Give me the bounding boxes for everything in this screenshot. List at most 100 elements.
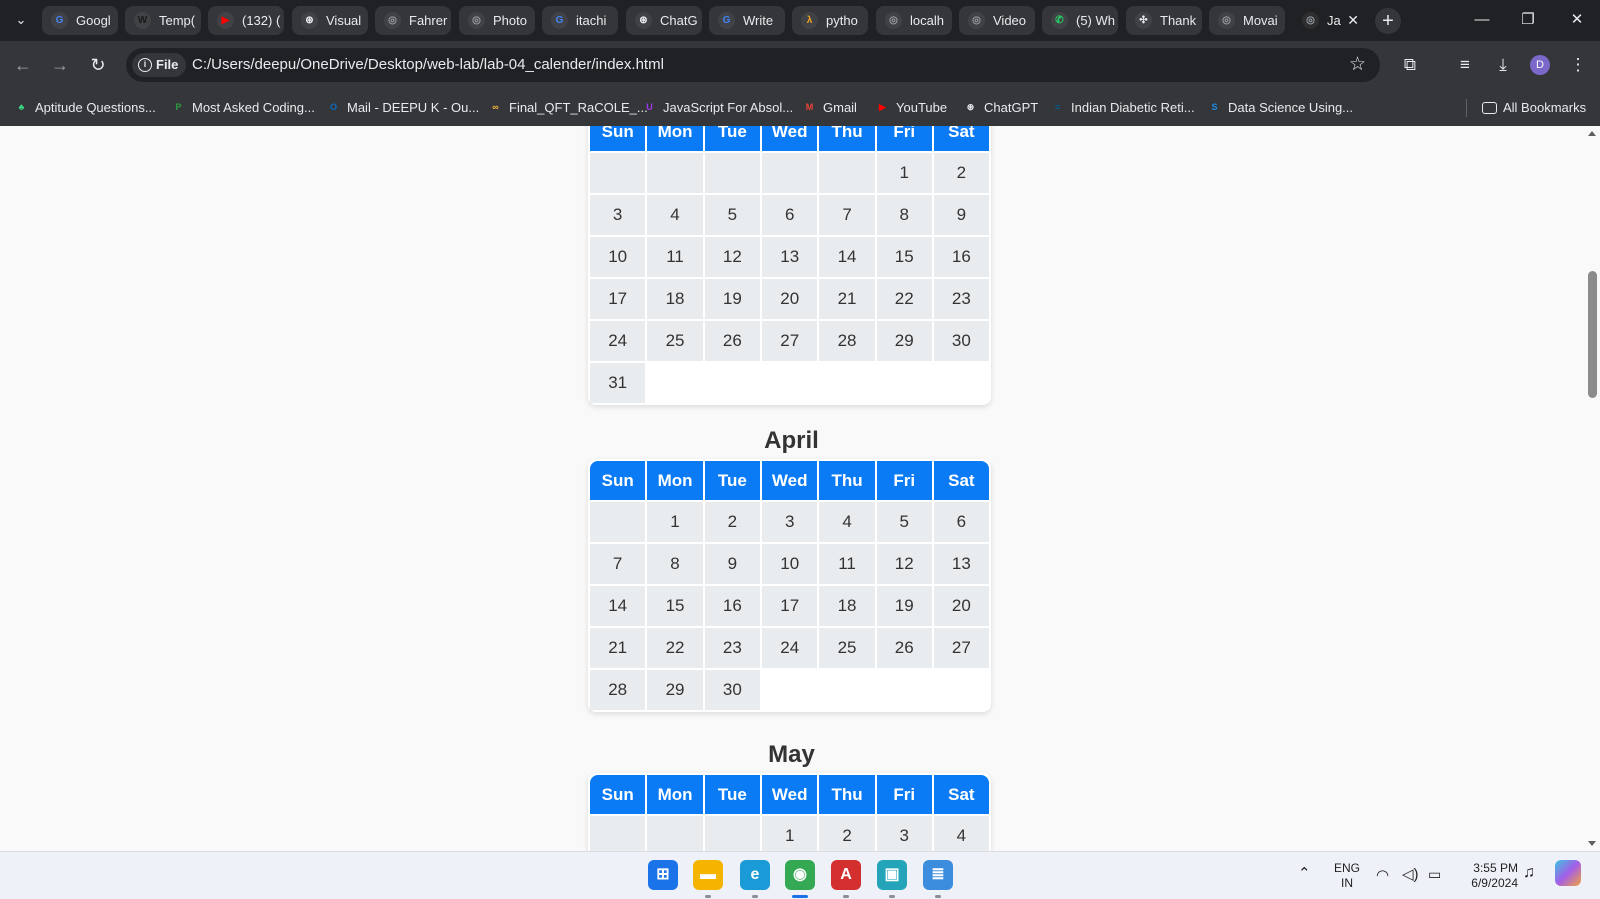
youtube-icon: ▶ bbox=[879, 102, 886, 112]
weekday-header-row: Sun Mon Tue Wed Thu Fri Sat bbox=[590, 775, 989, 814]
extensions-icon[interactable]: ⧉ bbox=[1397, 52, 1423, 78]
day-cell: 1 bbox=[647, 502, 703, 542]
bookmark-item[interactable]: ∞ Final_QFT_RaCOLE_... bbox=[488, 89, 648, 126]
battery-icon[interactable]: ▭ bbox=[1428, 866, 1441, 883]
tray-overflow-chevron-icon[interactable]: ⌃ bbox=[1298, 864, 1311, 882]
tab-1[interactable]: W Temp( bbox=[125, 6, 201, 35]
tab-9[interactable]: λ pytho bbox=[792, 6, 868, 35]
bookmark-item[interactable]: M Gmail bbox=[802, 89, 857, 126]
week-row: 10 11 12 13 14 15 16 bbox=[590, 237, 989, 277]
bookmark-item[interactable]: P Most Asked Coding... bbox=[171, 89, 314, 126]
tab-title: Write bbox=[743, 13, 774, 28]
bookmark-label: YouTube bbox=[896, 100, 948, 115]
page-scrollbar[interactable] bbox=[1584, 126, 1600, 851]
media-control-icon[interactable]: ≡ bbox=[1452, 52, 1478, 78]
day-cell: 28 bbox=[819, 321, 875, 361]
bookmark-item[interactable]: ♣ Aptitude Questions... bbox=[14, 89, 156, 126]
day-cell: 10 bbox=[590, 237, 646, 277]
tab-13[interactable]: ✣ Thank bbox=[1126, 6, 1202, 35]
bookmark-item[interactable]: O Mail - DEEPU K - Ou... bbox=[326, 89, 479, 126]
tab-6[interactable]: Gitachi bbox=[542, 6, 618, 35]
day-cell: 29 bbox=[876, 321, 932, 361]
scrollbar-thumb[interactable] bbox=[1588, 271, 1597, 398]
week-row: 12 bbox=[590, 153, 989, 193]
bookmark-item[interactable]: ⊛ ChatGPT bbox=[963, 89, 1038, 126]
tab-title: localh bbox=[910, 13, 944, 28]
clock[interactable]: 3:55 PM 6/9/2024 bbox=[1460, 861, 1518, 891]
new-tab-button[interactable]: + bbox=[1375, 8, 1401, 34]
tab-strip: ⌄ G Googl W Temp(▶ (132) ( ⊛ Visual ◎ Fahrer ◎ Pho… bbox=[0, 0, 1600, 41]
notepad-icon[interactable]: ≣ bbox=[923, 860, 953, 890]
back-icon[interactable]: ← bbox=[11, 53, 35, 77]
site-info-chip[interactable]: i File bbox=[132, 53, 187, 77]
scroll-up-arrow-icon[interactable] bbox=[1588, 131, 1596, 136]
close-window-icon[interactable]: ✕ bbox=[1562, 8, 1592, 32]
week-row: 123456 bbox=[590, 502, 989, 542]
notification-bell-icon[interactable]: ♫ bbox=[1523, 864, 1535, 882]
day-cell: 9 bbox=[933, 195, 989, 235]
tab-5[interactable]: ◎ Photo bbox=[459, 6, 535, 35]
day-cell: 21 bbox=[590, 628, 646, 668]
tab-14[interactable]: ◎ Movai bbox=[1209, 6, 1285, 35]
tab-12[interactable]: ✆ (5) Wh bbox=[1042, 6, 1118, 35]
address-bar[interactable]: i File C:/Users/deepu/OneDrive/Desktop/w… bbox=[126, 48, 1380, 82]
volume-icon[interactable]: ◁) bbox=[1402, 865, 1419, 883]
minimize-icon[interactable]: — bbox=[1467, 8, 1497, 32]
bookmark-star-icon[interactable]: ☆ bbox=[1349, 53, 1366, 76]
forward-icon[interactable]: → bbox=[48, 53, 72, 77]
tab-0[interactable]: G Googl bbox=[42, 6, 118, 35]
whatsapp-icon: ✆ bbox=[1051, 12, 1068, 29]
tab-2[interactable]: ▶ (132) ( bbox=[208, 6, 284, 35]
day-cell: 27 bbox=[933, 628, 989, 668]
edge-icon[interactable]: e bbox=[740, 860, 770, 890]
google-icon: G bbox=[551, 12, 568, 29]
tab-close-icon[interactable]: ✕ bbox=[1347, 6, 1359, 35]
tab-3[interactable]: ⊛ Visual bbox=[292, 6, 368, 35]
wifi-icon[interactable]: ◠ bbox=[1376, 866, 1389, 884]
tab-4[interactable]: ◎ Fahrer bbox=[375, 6, 451, 35]
tab-title: itachi bbox=[576, 13, 607, 28]
day-cell: 8 bbox=[876, 195, 932, 235]
tab-8[interactable]: G Write bbox=[709, 6, 785, 35]
language-indicator[interactable]: ENG IN bbox=[1330, 861, 1364, 891]
scroll-down-arrow-icon[interactable] bbox=[1588, 841, 1596, 846]
tab-7[interactable]: ⊛ ChatG bbox=[626, 6, 702, 35]
tab-search-chevron-icon[interactable]: ⌄ bbox=[10, 8, 32, 32]
bookmark-item[interactable]: S Data Science Using... bbox=[1207, 89, 1353, 126]
google-icon: G bbox=[51, 12, 68, 29]
empty-day-cell bbox=[704, 816, 760, 851]
menu-kebab-icon[interactable]: ⋮ bbox=[1565, 52, 1591, 78]
month-title: May bbox=[768, 741, 815, 768]
chrome-icon[interactable]: ◉ bbox=[785, 860, 815, 890]
acrobat-icon[interactable]: A bbox=[831, 860, 861, 890]
restore-icon[interactable]: ❐ bbox=[1513, 8, 1543, 32]
day-cell: 3 bbox=[590, 195, 646, 235]
tab-15[interactable]: ◎ Ja ✕ bbox=[1293, 6, 1367, 35]
profile-avatar[interactable]: D bbox=[1530, 55, 1550, 75]
empty-cell bbox=[761, 670, 989, 710]
running-indicator bbox=[889, 895, 895, 898]
start-icon[interactable]: ⊞ bbox=[648, 860, 678, 890]
all-bookmarks-button[interactable]: All Bookmarks bbox=[1482, 89, 1586, 126]
week-row: 14 15 16 17 18 19 20 bbox=[590, 586, 989, 626]
download-icon[interactable]: ⤓ bbox=[1490, 52, 1516, 78]
copilot-icon[interactable] bbox=[1555, 860, 1581, 886]
tab-title: Thank bbox=[1160, 13, 1197, 28]
terminal-icon[interactable]: ▣ bbox=[877, 860, 907, 890]
weekday-header-row: Sun Mon Tue Wed Thu Fri Sat bbox=[590, 126, 989, 151]
bookmark-item[interactable]: ≡ Indian Diabetic Reti... bbox=[1050, 89, 1195, 126]
leaf-icon: P bbox=[175, 102, 182, 112]
reload-icon[interactable]: ↻ bbox=[86, 53, 110, 77]
tab-11[interactable]: ◎ Video bbox=[959, 6, 1035, 35]
url-text[interactable]: C:/Users/deepu/OneDrive/Desktop/web-lab/… bbox=[192, 48, 664, 82]
day-cell: 9 bbox=[704, 544, 760, 584]
day-cell: 24 bbox=[590, 321, 646, 361]
bookmark-label: Final_QFT_RaCOLE_... bbox=[509, 100, 648, 115]
bookmark-item[interactable]: ▶ YouTube bbox=[875, 89, 947, 126]
dots-icon: ✣ bbox=[1135, 12, 1152, 29]
bookmark-item[interactable]: U JavaScript For Absol... bbox=[642, 89, 793, 126]
day-cell: 5 bbox=[704, 195, 760, 235]
tab-10[interactable]: ◎ localh bbox=[876, 6, 952, 35]
file-explorer-icon[interactable]: ▬ bbox=[693, 860, 723, 890]
day-cell: 23 bbox=[704, 628, 760, 668]
